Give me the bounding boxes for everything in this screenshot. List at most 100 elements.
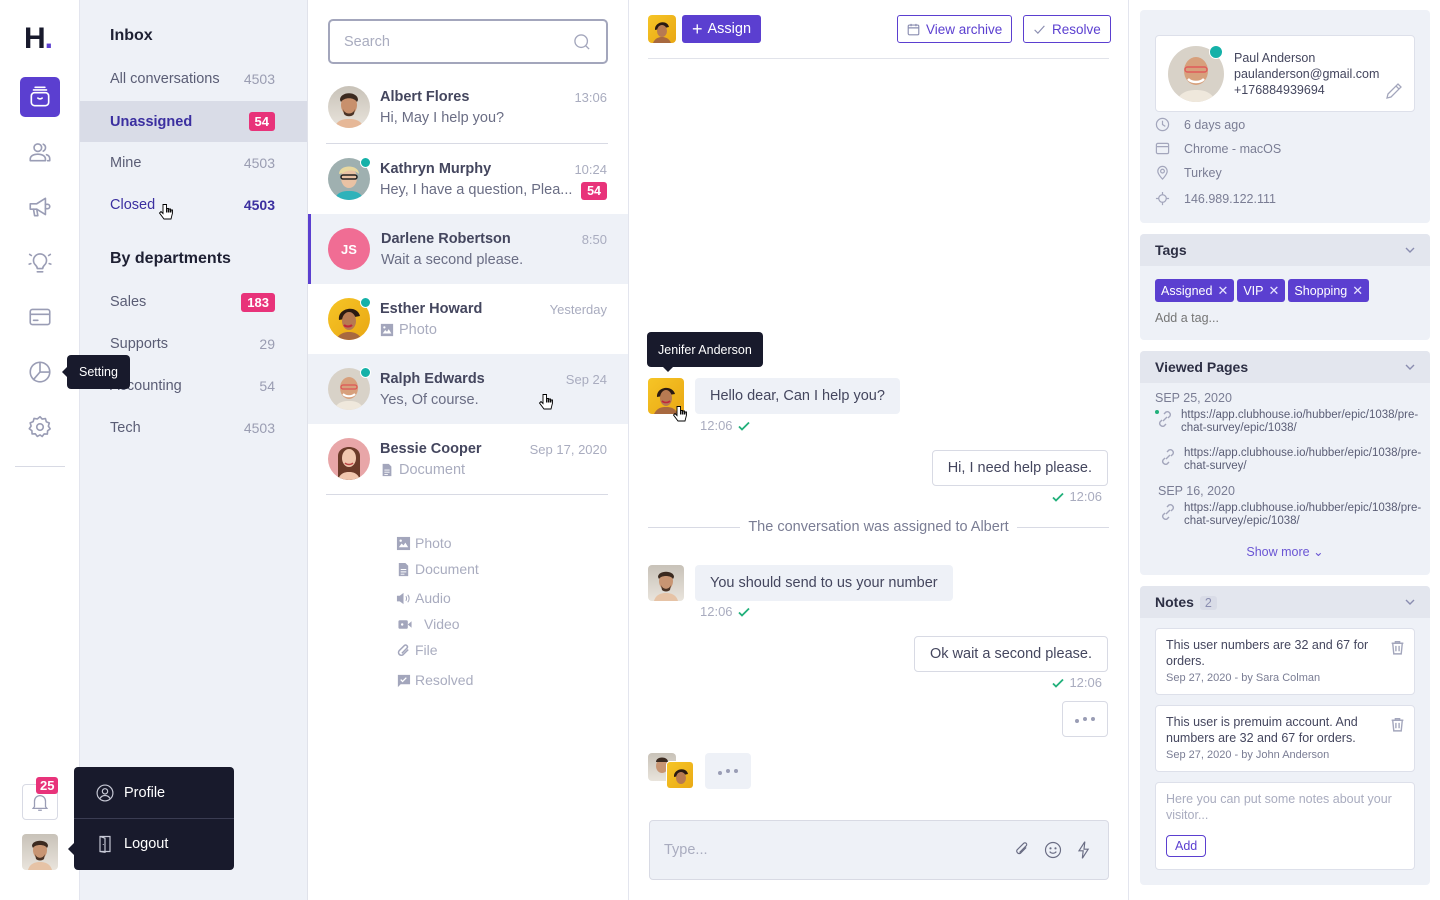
conversation-item[interactable]: Esther Howard Photo Yesterday [308,284,628,354]
resolve-button[interactable]: Resolve [1023,15,1111,43]
rail-divider [15,466,65,467]
conversation-item[interactable]: Ralph Edwards Yes, Of course. Sep 24 [308,354,628,424]
rail-settings-button[interactable] [20,407,60,447]
rail-reports-button[interactable] [20,352,60,392]
conversation-item[interactable]: Bessie Cooper Document Sep 17, 2020 [308,424,628,494]
message-time: 12:06 [700,418,750,433]
department-item-sales[interactable]: Sales 183 [80,282,307,322]
message-bubble-incoming: You should send to us your number [695,565,953,601]
edit-icon[interactable] [1384,81,1404,101]
conversation-time: Sep 24 [565,372,607,387]
audio-icon [396,592,410,604]
search-box[interactable] [328,19,608,64]
message-preview: Hey, I have a question, Plea... [380,182,573,198]
assign-button[interactable]: + Assign [682,15,762,43]
agent-avatar[interactable] [648,378,684,414]
add-tag-input[interactable] [1155,311,1355,325]
agent-avatar[interactable] [648,565,684,601]
notes-title: Notes [1155,594,1194,610]
nav-rail: H. 25 [0,0,80,900]
contact-avatar: JS [328,228,370,270]
emoji-icon[interactable] [1043,840,1063,860]
viewed-page-link[interactable]: https://app.clubhouse.io/hubber/epic/103… [1158,502,1424,528]
notes-card: Notes 2 This user numbers are 32 and 67 f… [1140,586,1430,885]
tag-chip: Shopping ✕ [1288,279,1370,302]
visitor-info-card: Paul Anderson paulanderson@gmail.com +17… [1140,10,1430,223]
tag-chip: VIP ✕ [1237,279,1286,302]
department-count: 29 [259,336,275,352]
legend-item: Resolved [396,667,479,693]
note-text: This user numbers are 32 and 67 for orde… [1166,638,1369,668]
message-preview: Hi, May I help you? [380,110,505,126]
conversation-item[interactable]: Albert Flores Hi, May I help you? 13:06 [308,72,628,142]
inbox-item-all-conversations[interactable]: All conversations 4503 [80,59,307,99]
lightning-icon[interactable] [1074,840,1094,860]
trash-icon[interactable] [1389,639,1406,656]
inbox-item-unassigned[interactable]: Unassigned 54 [80,101,307,142]
viewed-pages-card: Viewed Pages SEP 25, 2020 https://app.cl… [1140,351,1430,575]
online-indicator [360,367,371,378]
viewed-date: SEP 25, 2020 [1155,391,1232,405]
menu-item-profile[interactable]: Profile [74,767,234,818]
visitor-location: Turkey [1155,165,1222,180]
user-avatar[interactable] [22,834,58,870]
department-count: 54 [259,378,275,394]
inbox-item-mine[interactable]: Mine 4503 [80,143,307,183]
rail-inbox-button[interactable] [20,77,60,117]
new-note-input[interactable] [1166,791,1404,827]
menu-item-logout[interactable]: Logout [74,818,234,869]
attach-icon[interactable] [1012,840,1032,860]
chevron-down-icon [1405,247,1415,253]
department-item-tech[interactable]: Tech 4503 [80,408,307,448]
visitor-panel: Paul Anderson paulanderson@gmail.com +17… [1130,0,1440,900]
remove-tag-icon[interactable]: ✕ [1269,283,1280,299]
department-label: Sales [110,294,147,310]
remove-tag-icon[interactable]: ✕ [1217,283,1228,299]
tags-header[interactable]: Tags [1140,234,1430,266]
browser-icon [1155,142,1170,155]
typing-indicator-incoming [705,753,751,789]
message-input[interactable] [664,842,1001,858]
video-icon [398,619,412,629]
inbox-item-closed[interactable]: Closed 4503 [80,185,307,225]
remove-tag-icon[interactable]: ✕ [1352,283,1363,299]
conversation-item-selected[interactable]: JS Darlene Robertson Wait a second pleas… [308,214,628,284]
contact-name: Bessie Cooper [380,441,482,457]
search-icon[interactable] [572,32,592,52]
message-preview: Document [380,462,465,478]
viewed-page-link[interactable]: https://app.clubhouse.io/hubber/epic/103… [1155,409,1421,435]
rail-ideas-button[interactable] [20,242,60,282]
department-badge: 183 [241,292,275,312]
notes-header[interactable]: Notes 2 [1140,586,1430,618]
typing-avatar [666,761,694,789]
message-composer [649,820,1109,880]
viewed-page-link[interactable]: https://app.clubhouse.io/hubber/epic/103… [1158,447,1424,473]
inbox-item-label: Mine [110,155,142,171]
assign-label: Assign [707,21,752,37]
logo[interactable]: H. [24,22,53,56]
document-icon [382,463,392,477]
inbox-item-count: 4503 [243,71,275,87]
legend-item: Video [396,611,479,637]
add-note-button[interactable]: Add [1166,835,1207,857]
contact-avatar [328,438,370,480]
rail-billing-button[interactable] [20,297,60,337]
trash-icon[interactable] [1389,716,1406,733]
view-archive-button[interactable]: View archive [897,15,1013,43]
conversation-item[interactable]: Kathryn Murphy Hey, I have a question, P… [308,144,628,214]
message-time: 12:06 [1052,489,1102,504]
show-more-link[interactable]: Show more ⌄ [1140,544,1430,559]
search-input[interactable] [344,33,572,50]
photo-icon [396,536,411,550]
message-type-legend: Photo Document Audio Video File Resolved [396,530,479,693]
rail-campaigns-button[interactable] [20,187,60,227]
menu-profile-label: Profile [124,784,166,801]
assignee-avatar[interactable] [648,15,676,43]
conversation-time: 8:50 [581,232,607,247]
conversation-time: 10:24 [574,162,607,177]
note-item: This user numbers are 32 and 67 for orde… [1155,628,1415,695]
visitor-email[interactable]: paulanderson@gmail.com [1234,66,1379,82]
viewed-pages-header[interactable]: Viewed Pages [1140,351,1430,383]
online-indicator [360,297,371,308]
rail-contacts-button[interactable] [20,132,60,172]
